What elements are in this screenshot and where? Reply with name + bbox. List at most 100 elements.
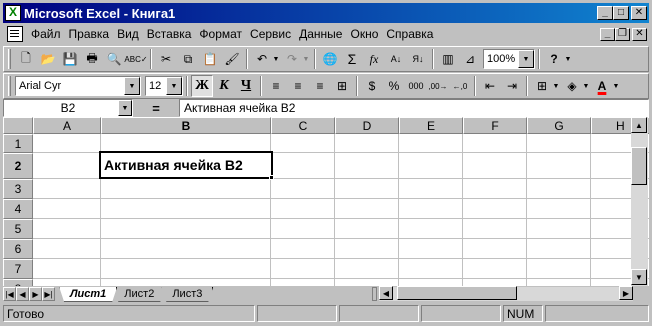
menu-tools[interactable]: Сервис xyxy=(246,27,295,41)
document-icon[interactable] xyxy=(7,26,23,42)
font-color-dropdown-icon[interactable]: ▼ xyxy=(611,83,621,90)
cell[interactable] xyxy=(271,199,335,219)
cell[interactable] xyxy=(335,199,399,219)
cell[interactable] xyxy=(335,134,399,153)
new-icon[interactable]: 🗋 xyxy=(15,48,37,70)
cell[interactable] xyxy=(335,219,399,239)
row-header-8[interactable]: 8 xyxy=(3,279,33,286)
sheet-tab-3[interactable]: Лист3 xyxy=(161,287,213,302)
minimize-button[interactable]: _ xyxy=(597,6,613,20)
cell[interactable] xyxy=(335,239,399,259)
undo-icon[interactable]: ↶ xyxy=(251,48,273,70)
save-icon[interactable]: 💾 xyxy=(59,48,81,70)
cell[interactable] xyxy=(399,134,463,153)
redo-dropdown-icon[interactable]: ▼ xyxy=(301,56,311,63)
thousands-separator-icon[interactable]: 000 xyxy=(405,75,427,97)
horizontal-scroll-thumb[interactable] xyxy=(397,286,517,300)
menu-data[interactable]: Данные xyxy=(295,27,346,41)
menu-format[interactable]: Формат xyxy=(195,27,246,41)
cell[interactable] xyxy=(101,279,271,286)
cell[interactable] xyxy=(399,279,463,286)
borders-icon[interactable]: ⊞ xyxy=(531,75,553,97)
cell[interactable] xyxy=(463,153,527,179)
cell[interactable] xyxy=(463,134,527,153)
paste-icon[interactable]: 📋 xyxy=(199,48,221,70)
cell[interactable] xyxy=(271,134,335,153)
column-header-f[interactable]: F xyxy=(463,117,527,134)
next-sheet-icon[interactable]: ▶ xyxy=(29,287,42,301)
cell[interactable] xyxy=(33,179,101,199)
cell[interactable] xyxy=(527,179,591,199)
bold-button[interactable]: Ж xyxy=(191,75,213,97)
font-color-icon[interactable]: A xyxy=(591,75,613,97)
fill-color-dropdown-icon[interactable]: ▼ xyxy=(581,83,591,90)
toolbar-grip[interactable] xyxy=(8,49,11,69)
open-icon[interactable]: 📂 xyxy=(37,48,59,70)
currency-icon[interactable]: $ xyxy=(361,75,383,97)
row-header-5[interactable]: 5 xyxy=(3,219,33,239)
toolbar-grip[interactable] xyxy=(8,76,11,96)
cell[interactable] xyxy=(101,219,271,239)
font-name-combo[interactable]: Arial Cyr ▼ xyxy=(15,76,141,96)
cell[interactable] xyxy=(271,239,335,259)
cell[interactable] xyxy=(463,219,527,239)
cell[interactable] xyxy=(33,279,101,286)
cell[interactable] xyxy=(463,259,527,279)
cell[interactable] xyxy=(463,239,527,259)
align-right-icon[interactable]: ≡ xyxy=(309,75,331,97)
cell[interactable] xyxy=(271,259,335,279)
undo-dropdown-icon[interactable]: ▼ xyxy=(271,56,281,63)
vertical-scrollbar[interactable]: ▲ ▼ xyxy=(631,117,648,286)
cell[interactable] xyxy=(335,153,399,179)
scroll-up-icon[interactable]: ▲ xyxy=(631,117,647,133)
row-header-4[interactable]: 4 xyxy=(3,199,33,219)
scroll-left-icon[interactable]: ◀ xyxy=(379,286,393,300)
sort-ascending-icon[interactable]: A↓ xyxy=(385,48,407,70)
print-icon[interactable]: 🖶 xyxy=(81,48,103,70)
percent-icon[interactable]: % xyxy=(383,75,405,97)
menu-view[interactable]: Вид xyxy=(113,27,143,41)
vertical-scroll-thumb[interactable] xyxy=(631,147,647,185)
row-header-3[interactable]: 3 xyxy=(3,179,33,199)
increase-indent-icon[interactable]: ⇥ xyxy=(501,75,523,97)
cell[interactable] xyxy=(33,259,101,279)
align-center-icon[interactable]: ≡ xyxy=(287,75,309,97)
row-header-2[interactable]: 2 xyxy=(3,153,33,179)
merge-center-icon[interactable]: ⊞ xyxy=(331,75,353,97)
underline-button[interactable]: Ч xyxy=(235,75,257,97)
column-header-a[interactable]: A xyxy=(33,117,101,134)
maximize-button[interactable]: □ xyxy=(613,6,629,20)
copy-icon[interactable]: ⧉ xyxy=(177,48,199,70)
cell[interactable] xyxy=(101,239,271,259)
sheet-tab-1[interactable]: Лист1 xyxy=(59,287,117,302)
doc-restore-button[interactable]: ❐ xyxy=(615,27,630,41)
menu-help[interactable]: Справка xyxy=(382,27,437,41)
cell[interactable] xyxy=(271,279,335,286)
row-header-7[interactable]: 7 xyxy=(3,259,33,279)
tab-split-handle[interactable] xyxy=(372,287,377,301)
spelling-icon[interactable]: ABC✓ xyxy=(124,48,147,70)
cell[interactable] xyxy=(399,179,463,199)
cell[interactable] xyxy=(335,259,399,279)
cell[interactable] xyxy=(33,134,101,153)
menu-edit[interactable]: Правка xyxy=(65,27,114,41)
cell[interactable] xyxy=(271,153,335,179)
cell[interactable] xyxy=(335,279,399,286)
hyperlink-icon[interactable]: 🌐 xyxy=(319,48,341,70)
column-header-d[interactable]: D xyxy=(335,117,399,134)
cell[interactable] xyxy=(399,219,463,239)
row-header-1[interactable]: 1 xyxy=(3,134,33,153)
menu-insert[interactable]: Вставка xyxy=(143,27,196,41)
horizontal-scrollbar[interactable]: ◀ ▶ xyxy=(379,286,633,301)
cell[interactable] xyxy=(335,179,399,199)
cell[interactable] xyxy=(271,179,335,199)
decrease-decimal-icon[interactable]: ←,0 xyxy=(449,75,471,97)
name-box[interactable]: B2 ▼ xyxy=(3,99,133,117)
sheet-tab-2[interactable]: Лист2 xyxy=(113,287,165,302)
cell[interactable] xyxy=(33,239,101,259)
autosum-icon[interactable]: Σ xyxy=(341,48,363,70)
align-left-icon[interactable]: ≡ xyxy=(265,75,287,97)
cell[interactable] xyxy=(463,279,527,286)
menu-window[interactable]: Окно xyxy=(346,27,382,41)
column-header-e[interactable]: E xyxy=(399,117,463,134)
